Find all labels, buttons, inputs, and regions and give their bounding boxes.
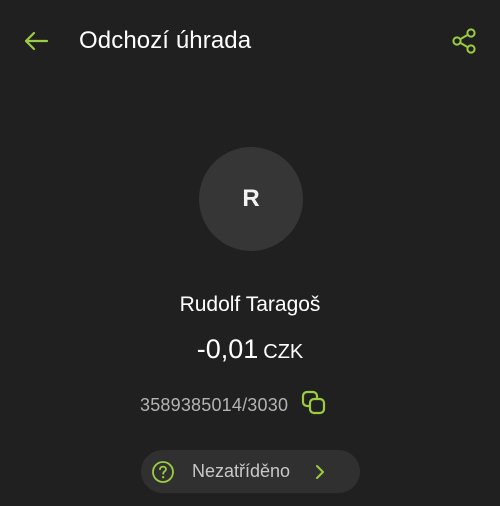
top-app-bar: Odchozí úhrada — [0, 0, 500, 86]
page-title: Odchozí úhrada — [79, 27, 252, 54]
back-button[interactable] — [16, 23, 56, 63]
share-icon — [450, 27, 478, 60]
transaction-detail-screen: Odchozí úhrada R Rudolf Taragoš -0,01 CZK… — [0, 0, 500, 506]
share-button[interactable] — [442, 22, 486, 64]
account-number: 3589385014/3030 — [140, 394, 289, 415]
avatar: R — [199, 147, 303, 251]
account-row: 3589385014/3030 — [140, 390, 330, 420]
chevron-right-icon — [313, 462, 327, 482]
arrow-left-icon — [23, 30, 49, 57]
amount-value: -0,01 — [196, 334, 259, 364]
copy-button[interactable] — [298, 389, 330, 421]
copy-icon — [300, 389, 328, 422]
amount-currency: CZK — [263, 341, 304, 363]
question-circle-icon — [151, 460, 175, 484]
counterparty-name: Rudolf Taragoš — [179, 293, 321, 316]
amount: -0,01 CZK — [0, 334, 500, 365]
category-label: Nezatříděno — [192, 461, 291, 481]
category-chip[interactable]: Nezatříděno — [141, 450, 360, 493]
